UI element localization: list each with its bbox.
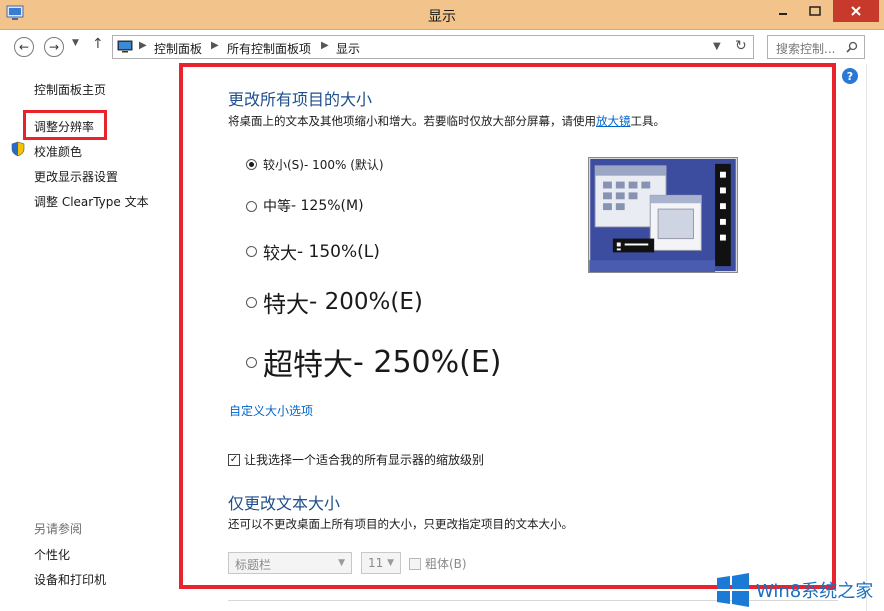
change-display-settings-link[interactable]: 更改显示器设置	[34, 168, 118, 185]
font-size-select-value: 11	[368, 556, 384, 570]
checkbox-unchecked-icon[interactable]	[409, 557, 421, 570]
description-text: 将桌面上的文本及其他项缩小和增大。若要临时仅放大部分屏幕，请使用	[228, 114, 596, 128]
radio-extra-large-name: 特大	[263, 292, 309, 318]
radio-larger-detail: - 150%(L)	[297, 241, 380, 262]
maximize-icon	[809, 6, 821, 16]
radio-medium-name: 中等	[263, 199, 291, 215]
change-size-heading: 更改所有项目的大小	[228, 90, 373, 109]
minimize-icon	[779, 13, 787, 15]
control-panel-icon	[117, 40, 133, 53]
window-title: 显示	[428, 9, 456, 25]
radio-larger-name: 较大	[263, 244, 297, 264]
breadcrumb-separator-icon[interactable]: ▶	[139, 40, 147, 51]
devices-printers-link[interactable]: 设备和打印机	[34, 571, 106, 588]
address-history-dropdown[interactable]: ▼	[713, 41, 721, 52]
breadcrumb-separator-icon[interactable]: ▶	[321, 40, 329, 51]
watermark: Win8系统之家	[716, 571, 884, 611]
radio-medium-detail: - 125%(M)	[291, 198, 364, 214]
element-select[interactable]: 标题栏 ▼	[228, 552, 352, 574]
breadcrumb-all-items[interactable]: 所有控制面板项	[227, 40, 311, 57]
back-button[interactable]: ←	[14, 37, 34, 57]
radio-extra-large[interactable]: 特大 - 200%(E)	[246, 285, 423, 319]
radio-extra-extra-large-detail: - 250%(E)	[353, 344, 502, 380]
bold-checkbox[interactable]: 粗体(B)	[409, 555, 467, 572]
breadcrumb-display[interactable]: 显示	[336, 40, 360, 57]
left-navigation-pane	[0, 64, 170, 611]
chevron-down-icon: ▼	[338, 558, 345, 568]
help-icon[interactable]: ?	[842, 68, 858, 84]
chevron-down-icon: ▼	[72, 38, 79, 48]
close-button[interactable]	[833, 0, 879, 22]
up-button[interactable]: ↑	[92, 36, 104, 52]
forward-arrow-icon: →	[48, 40, 60, 54]
radio-unselected-icon[interactable]	[246, 200, 257, 212]
recent-locations-dropdown[interactable]: ▼	[72, 38, 79, 48]
title-bar: 显示	[0, 0, 884, 30]
breadcrumb-control-panel[interactable]: 控制面板	[154, 40, 202, 57]
scrollbar[interactable]	[866, 64, 884, 611]
radio-extra-extra-large[interactable]: 超特大 - 250%(E)	[246, 340, 502, 384]
address-bar[interactable]: ▶ 控制面板 ▶ 所有控制面板项 ▶ 显示 ▼ ↻	[112, 35, 754, 59]
font-size-select[interactable]: 11 ▼	[361, 552, 401, 574]
radio-extra-extra-large-name: 超特大	[263, 348, 353, 383]
checkbox-checked-icon[interactable]: ✓	[228, 453, 240, 466]
close-icon	[851, 6, 861, 16]
adjust-cleartype-link[interactable]: 调整 ClearType 文本	[34, 193, 149, 210]
radio-unselected-icon[interactable]	[246, 296, 257, 308]
search-icon[interactable]	[846, 41, 858, 53]
back-arrow-icon: ←	[18, 40, 30, 54]
forward-button[interactable]: →	[44, 37, 64, 57]
custom-sizing-link[interactable]: 自定义大小选项	[229, 402, 313, 419]
up-arrow-icon: ↑	[92, 36, 104, 52]
change-size-description: 将桌面上的文本及其他项缩小和增大。若要临时仅放大部分屏幕，请使用放大镜工具。	[228, 113, 665, 129]
control-panel-home-link[interactable]: 控制面板主页	[34, 81, 106, 98]
radio-extra-large-detail: - 200%(E)	[309, 289, 423, 315]
shield-icon	[11, 141, 25, 157]
see-also-heading: 另请参阅	[34, 522, 83, 536]
text-size-heading: 仅更改文本大小	[228, 494, 341, 513]
radio-unselected-icon[interactable]	[246, 356, 257, 368]
scaling-checkbox-label: 让我选择一个适合我的所有显示器的缩放级别	[244, 453, 485, 467]
radio-smaller-detail: - 100% (默认)	[303, 158, 384, 172]
magnifier-link[interactable]: 放大镜	[596, 114, 631, 128]
radio-selected-icon[interactable]	[246, 159, 257, 170]
radio-larger[interactable]: 较大 - 150%(L)	[246, 239, 380, 264]
bold-checkbox-label: 粗体(B)	[425, 557, 467, 571]
maximize-button[interactable]	[802, 0, 828, 22]
breadcrumb-separator-icon[interactable]: ▶	[211, 40, 219, 51]
refresh-icon[interactable]: ↻	[735, 38, 747, 54]
navigation-bar: ← → ▼ ↑ ▶ 控制面板 ▶ 所有控制面板项 ▶ 显示 ▼ ↻ 搜索控制..…	[0, 30, 884, 64]
radio-unselected-icon[interactable]	[246, 246, 257, 257]
watermark-text: Win8系统之家	[756, 581, 874, 602]
radio-medium[interactable]: 中等 - 125%(M)	[246, 196, 364, 216]
windows-logo-icon	[717, 573, 749, 607]
minimize-button[interactable]	[770, 0, 796, 22]
radio-smaller-name: 较小(S)	[263, 158, 304, 172]
text-size-description: 还可以不更改桌面上所有项目的大小，只更改指定项目的文本大小。	[228, 517, 573, 531]
search-placeholder: 搜索控制...	[776, 42, 836, 56]
adjust-resolution-link[interactable]: 调整分辨率	[34, 118, 94, 135]
scaling-preview-image	[588, 157, 738, 273]
description-text-end: 工具。	[630, 114, 666, 128]
calibrate-color-link[interactable]: 校准颜色	[34, 143, 82, 160]
search-input[interactable]: 搜索控制...	[767, 35, 865, 59]
scaling-checkbox[interactable]: ✓ 让我选择一个适合我的所有显示器的缩放级别	[228, 451, 484, 468]
element-select-value: 标题栏	[235, 558, 272, 572]
personalization-link[interactable]: 个性化	[34, 546, 70, 563]
chevron-down-icon: ▼	[387, 558, 394, 568]
radio-smaller[interactable]: 较小(S) - 100% (默认)	[246, 156, 384, 173]
